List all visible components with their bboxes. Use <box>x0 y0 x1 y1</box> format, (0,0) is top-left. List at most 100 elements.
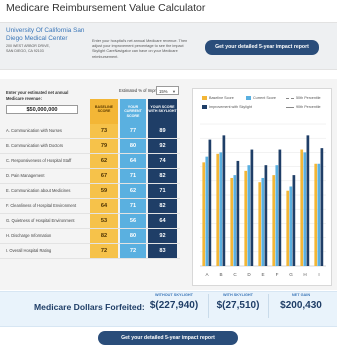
table-row: I. Overall Hospital Rating 72 72 83 <box>0 244 180 259</box>
bar-improvement-with-skylight <box>236 160 240 266</box>
column-header-current: YOUR CURRENT SCORE <box>120 99 146 124</box>
report-button-top[interactable]: Get your detailed 5-year impact report <box>205 40 319 55</box>
current-cell: 80 <box>120 139 146 153</box>
table-row: E. Communication about Medicines 59 62 7… <box>0 184 180 199</box>
skylight-cell: 82 <box>148 199 177 213</box>
legend-swatch-skylight <box>202 105 207 110</box>
forfeit-title: Medicare Dollars Forfeited: <box>34 302 145 312</box>
current-cell: 71 <box>120 199 146 213</box>
legend-label-baseline: Baseline Score <box>209 96 234 100</box>
bar-improvement-with-skylight <box>320 148 324 266</box>
bar-current-score <box>317 163 321 266</box>
current-cell: 62 <box>120 184 146 198</box>
x-tick-label: E <box>261 272 264 277</box>
bar-baseline-score <box>314 163 318 266</box>
bar-improvement-with-skylight <box>222 135 226 266</box>
baseline-cell: 72 <box>90 244 118 258</box>
row-label: E. Communication about Medicines <box>6 188 71 193</box>
x-tick-label: I <box>318 272 319 277</box>
table-row: A. Communication with Nurses 73 77 89 <box>0 124 180 139</box>
chevron-down-icon: ▼ <box>172 89 176 94</box>
table-row: D. Pain Management 67 71 82 <box>0 169 180 184</box>
skylight-cell: 82 <box>148 169 177 183</box>
legend-item-current: Current Score <box>246 96 276 101</box>
scores-table: A. Communication with Nurses 73 77 89 B.… <box>0 124 180 259</box>
bar-baseline-score <box>258 182 262 266</box>
x-tick-label: H <box>303 272 306 277</box>
legend-label-p90: 90th Percentile <box>296 105 321 109</box>
with-skylight-label: WITH SKYLIGHT <box>223 293 253 297</box>
legend-swatch-current <box>246 96 251 101</box>
x-tick-label: D <box>247 272 251 277</box>
current-cell: 56 <box>120 214 146 228</box>
report-button-bottom[interactable]: Get your detailed 5-year impact report <box>98 331 238 345</box>
legend-label-skylight: Improvement with Skylight <box>209 105 253 109</box>
skylight-cell: 74 <box>148 154 177 168</box>
skylight-cell: 92 <box>148 139 177 153</box>
bar-baseline-score <box>202 162 206 266</box>
revenue-input[interactable]: $50,000,000 <box>6 105 78 114</box>
skylight-cell: 89 <box>148 124 177 138</box>
divider <box>208 294 209 318</box>
bar-current-score <box>205 156 209 266</box>
table-row: C. Responsiveness of Hospital Staff 62 6… <box>0 154 180 169</box>
skylight-cell: 92 <box>148 229 177 243</box>
improvement-select-value: 15% <box>159 89 168 94</box>
page-title: Medicare Reimbursement Value Calculator <box>6 2 206 14</box>
bar-current-score <box>219 152 223 266</box>
baseline-cell: 59 <box>90 184 118 198</box>
current-cell: 64 <box>120 154 146 168</box>
row-label: A. Communication with Nurses <box>6 128 62 133</box>
hospital-name: University Of California San Diego Medic… <box>6 27 85 42</box>
bar-baseline-score <box>286 190 290 266</box>
current-cell: 72 <box>120 244 146 258</box>
row-label: B. Communication with Doctors <box>6 143 64 148</box>
baseline-cell: 67 <box>90 169 118 183</box>
table-row: G. Quietness of Hospital Environment 53 … <box>0 214 180 229</box>
baseline-cell: 64 <box>90 199 118 213</box>
baseline-cell: 79 <box>90 139 118 153</box>
legend-item-p50: 50th Percentile <box>286 96 321 100</box>
bar-current-score <box>289 186 293 266</box>
column-header-skylight: YOUR SCORE WITH SKYLIGHT <box>148 99 177 124</box>
bar-improvement-with-skylight <box>306 135 310 266</box>
baseline-cell: 73 <box>90 124 118 138</box>
calculator-page: Medicare Reimbursement Value Calculator … <box>0 0 337 350</box>
improvement-select[interactable]: 15% ▼ <box>156 86 179 95</box>
bar-current-score <box>261 177 265 266</box>
bar-baseline-score <box>230 177 234 266</box>
current-cell: 77 <box>120 124 146 138</box>
row-label: C. Responsiveness of Hospital Staff <box>6 158 72 163</box>
current-cell: 71 <box>120 169 146 183</box>
row-label: H. Discharge Information <box>6 233 52 238</box>
without-skylight-value: $(227,940) <box>149 300 199 311</box>
bar-improvement-with-skylight <box>278 149 282 266</box>
skylight-cell: 83 <box>148 244 177 258</box>
revenue-label: Enter your estimated net annual Medicare… <box>6 90 69 101</box>
bar-improvement-with-skylight <box>292 175 296 266</box>
bar-current-score <box>303 152 307 266</box>
legend-item-p90: 90th Percentile <box>286 105 321 109</box>
table-row: F. Cleanliness of Hospital Environment 6… <box>0 199 180 214</box>
current-cell: 80 <box>120 229 146 243</box>
bar-improvement-with-skylight <box>264 165 268 266</box>
bar-current-score <box>233 175 237 266</box>
legend-label-p50: 50th Percentile <box>296 96 321 100</box>
bar-current-score <box>275 165 279 266</box>
baseline-cell: 82 <box>90 229 118 243</box>
baseline-cell: 53 <box>90 214 118 228</box>
row-label: G. Quietness of Hospital Environment <box>6 218 75 223</box>
divider <box>268 294 269 318</box>
x-tick-label: G <box>289 272 293 277</box>
row-label: F. Cleanliness of Hospital Environment <box>6 203 77 208</box>
legend-item-skylight: Improvement with Skylight <box>202 105 253 110</box>
hospital-address-line2: SAN DIEGO, CA 92103 <box>6 48 44 53</box>
intro-text: Enter your hospital's net annual Medicar… <box>92 39 188 59</box>
skylight-cell: 71 <box>148 184 177 198</box>
hospital-address: 200 WEST ARBOR DRIVE, SAN DIEGO, CA 9210… <box>6 44 86 53</box>
legend-item-baseline: Baseline Score <box>202 96 234 101</box>
table-row: B. Communication with Doctors 79 80 92 <box>0 139 180 154</box>
legend-swatch-baseline <box>202 96 207 101</box>
bar-current-score <box>247 165 251 266</box>
row-label: I. Overall Hospital Rating <box>6 248 52 253</box>
